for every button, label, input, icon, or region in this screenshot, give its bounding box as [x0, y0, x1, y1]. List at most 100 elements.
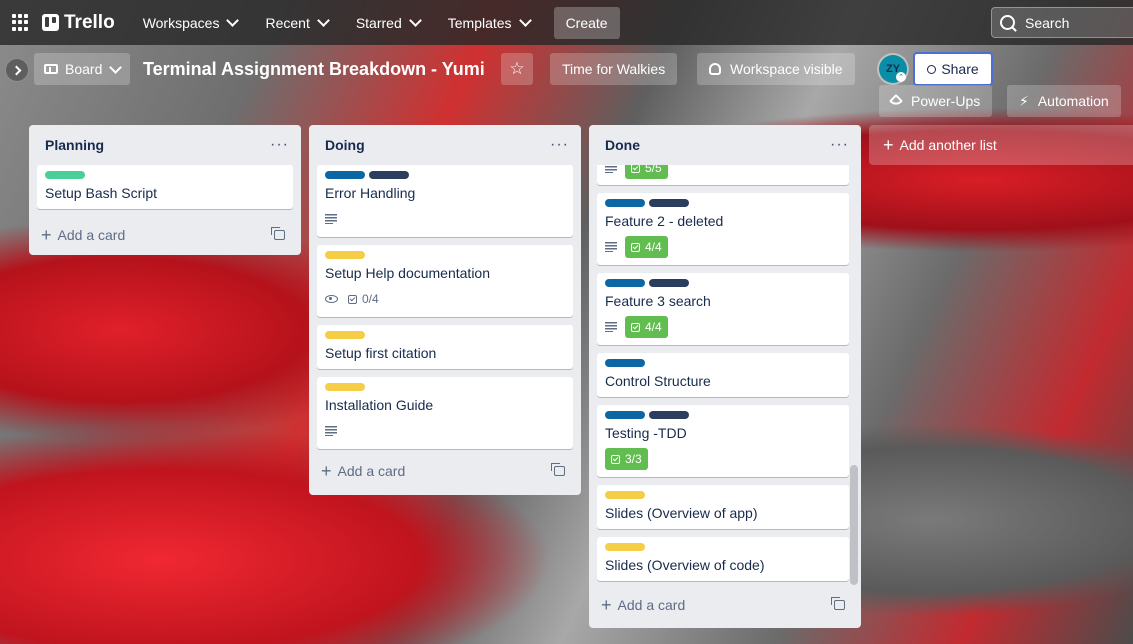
- list-done: Done ··· 5/5 Feature 2 - deleted 4/4 Fea…: [589, 125, 861, 628]
- time-for-walkies-button[interactable]: Time for Walkies: [550, 53, 678, 85]
- add-card-label: Add a card: [337, 463, 406, 479]
- trello-logo-icon: [42, 14, 59, 31]
- card-title: Slides (Overview of app): [605, 505, 758, 521]
- top-navigation: Trello Workspaces Recent Starred Templat…: [0, 0, 1133, 45]
- search-input[interactable]: Search: [991, 7, 1133, 38]
- description-icon: [325, 214, 337, 224]
- plus-icon: +: [883, 134, 894, 155]
- checklist-badge: 5/5: [625, 165, 668, 179]
- create-from-template-icon[interactable]: [551, 463, 565, 476]
- card[interactable]: Slides (Overview of code): [597, 537, 849, 581]
- chevron-down-icon: [518, 14, 532, 27]
- card[interactable]: Slides (Overview of app): [597, 485, 849, 529]
- scrollbar-track[interactable]: [850, 165, 858, 585]
- label-blue[interactable]: [605, 279, 645, 287]
- card-title: Feature 3 search: [605, 293, 711, 309]
- app-switcher-icon[interactable]: [12, 13, 30, 32]
- label-yellow[interactable]: [325, 383, 365, 391]
- share-button[interactable]: Share: [913, 52, 993, 86]
- automation-button[interactable]: ⚡ Automation: [1007, 85, 1121, 117]
- card-title: Setup Bash Script: [45, 185, 158, 201]
- expand-sidebar-button[interactable]: [5, 58, 29, 82]
- checklist-count: 3/3: [625, 452, 642, 466]
- label-blue[interactable]: [605, 411, 645, 419]
- card[interactable]: 5/5: [597, 165, 849, 185]
- board-view-label: Board: [65, 61, 103, 77]
- create-from-template-icon[interactable]: [271, 227, 285, 240]
- card[interactable]: Setup first citation: [317, 325, 573, 369]
- card[interactable]: Setup Bash Script: [37, 165, 293, 209]
- label-yellow[interactable]: [605, 543, 645, 551]
- nav-templates-menu[interactable]: Templates: [438, 7, 540, 39]
- card-title: Testing -TDD: [605, 425, 687, 441]
- nav-starred-menu[interactable]: Starred: [346, 7, 430, 39]
- card[interactable]: Setup Help documentation 0/4: [317, 245, 573, 317]
- label-navy[interactable]: [649, 199, 689, 207]
- add-card-button[interactable]: + Add a card: [37, 221, 293, 249]
- power-ups-button[interactable]: Power-Ups: [879, 85, 993, 117]
- add-card-label: Add a card: [57, 227, 126, 243]
- label-yellow[interactable]: [605, 491, 645, 499]
- label-blue[interactable]: [325, 171, 365, 179]
- add-another-list-label: Add another list: [899, 137, 997, 153]
- checkbox-icon: [631, 242, 640, 252]
- list-title[interactable]: Done: [605, 137, 640, 153]
- list-doing: Doing ··· Error Handling Setup Help docu…: [309, 125, 581, 495]
- board-icon: [44, 64, 58, 74]
- checklist-badge: 4/4: [625, 316, 668, 338]
- admin-badge-icon: ⌃: [896, 72, 906, 82]
- star-icon: ☆: [509, 59, 525, 78]
- card[interactable]: Control Structure: [597, 353, 849, 397]
- add-another-list-button[interactable]: + Add another list: [869, 125, 1133, 165]
- board-title[interactable]: Terminal Assignment Breakdown - Yumi: [143, 58, 485, 80]
- label-navy[interactable]: [649, 411, 689, 419]
- trello-logo[interactable]: Trello: [42, 12, 115, 34]
- card-title: Installation Guide: [325, 397, 434, 413]
- card[interactable]: Feature 2 - deleted 4/4: [597, 193, 849, 265]
- add-card-label: Add a card: [617, 597, 686, 613]
- card[interactable]: Feature 3 search 4/4: [597, 273, 849, 345]
- power-ups-label: Power-Ups: [911, 93, 981, 109]
- board-view-switcher[interactable]: Board: [34, 53, 131, 85]
- search-icon: [1000, 15, 1015, 30]
- label-navy[interactable]: [369, 171, 409, 179]
- card[interactable]: Installation Guide: [317, 377, 573, 449]
- description-icon: [325, 426, 337, 436]
- list-cards-scroll[interactable]: 5/5 Feature 2 - deleted 4/4 Feature 3 se…: [589, 165, 861, 585]
- list-menu-icon[interactable]: ···: [830, 136, 849, 154]
- label-yellow[interactable]: [325, 251, 365, 259]
- label-blue[interactable]: [605, 199, 645, 207]
- workspace-visible-button[interactable]: Workspace visible: [697, 53, 855, 85]
- list-header: Done ···: [589, 125, 861, 165]
- star-board-button[interactable]: ☆: [501, 53, 533, 85]
- trello-logo-text: Trello: [64, 11, 115, 33]
- create-from-template-icon[interactable]: [831, 597, 845, 610]
- add-card-button[interactable]: + Add a card: [597, 591, 853, 619]
- label-green[interactable]: [45, 171, 85, 179]
- scrollbar-thumb[interactable]: [850, 465, 858, 585]
- card[interactable]: Testing -TDD 3/3: [597, 405, 849, 477]
- nav-workspaces-menu[interactable]: Workspaces: [133, 7, 248, 39]
- nav-recent-menu[interactable]: Recent: [255, 7, 337, 39]
- checkbox-icon: [631, 322, 640, 332]
- rocket-icon: [888, 93, 904, 109]
- checklist-count: 4/4: [645, 320, 662, 334]
- create-button[interactable]: Create: [553, 6, 620, 39]
- card-title: Slides (Overview of code): [605, 557, 765, 573]
- list-menu-icon[interactable]: ···: [550, 136, 569, 154]
- checklist-badge: 3/3: [605, 448, 648, 470]
- label-navy[interactable]: [649, 279, 689, 287]
- add-card-button[interactable]: + Add a card: [317, 457, 573, 485]
- description-icon: [605, 242, 617, 252]
- card-title: Setup first citation: [325, 345, 437, 361]
- card-title: Feature 2 - deleted: [605, 213, 724, 229]
- chevron-down-icon: [316, 14, 330, 27]
- label-yellow[interactable]: [325, 331, 365, 339]
- label-blue[interactable]: [605, 359, 645, 367]
- list-title[interactable]: Planning: [45, 137, 104, 153]
- card[interactable]: Error Handling: [317, 165, 573, 237]
- card-title: Control Structure: [605, 373, 711, 389]
- list-title[interactable]: Doing: [325, 137, 365, 153]
- list-menu-icon[interactable]: ···: [270, 136, 289, 154]
- automation-label: Automation: [1037, 93, 1109, 109]
